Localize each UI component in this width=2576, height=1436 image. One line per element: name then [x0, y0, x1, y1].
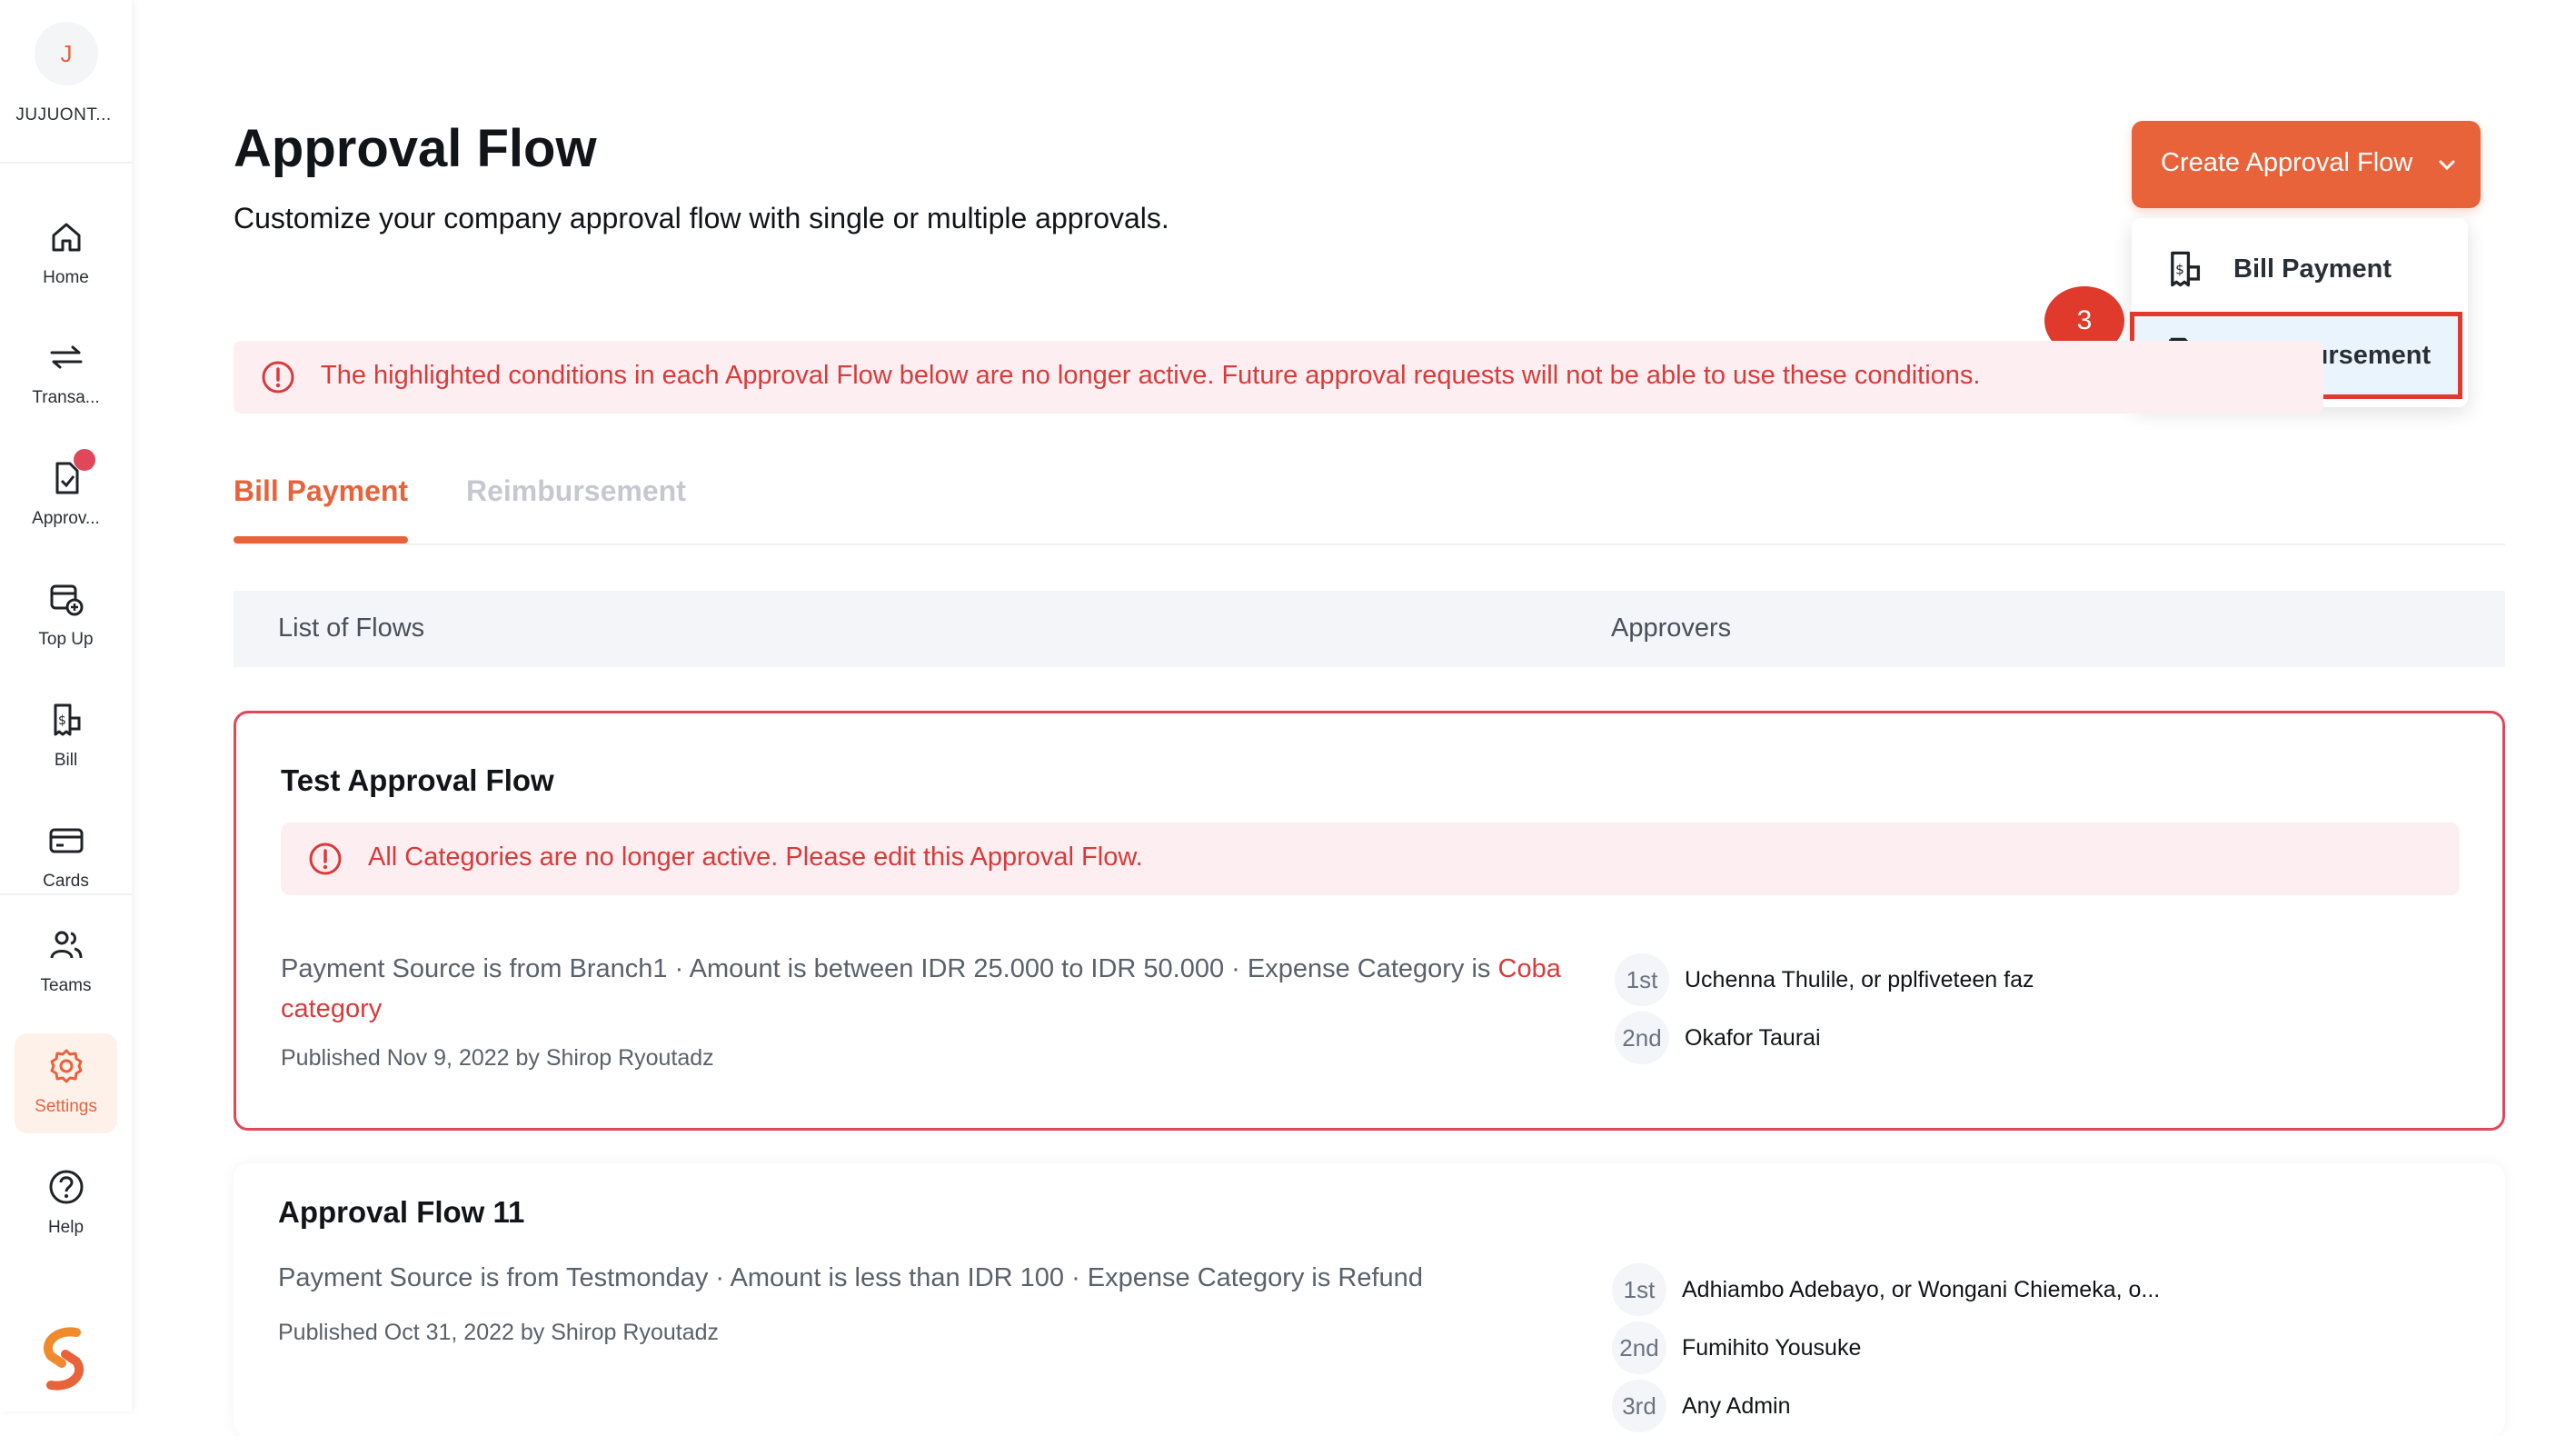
sidebar-item-settings[interactable]: Settings: [15, 1033, 117, 1133]
warning-icon: [309, 843, 342, 875]
approver-order-badge: 3rd: [1612, 1380, 1666, 1432]
dropdown-item-bill-payment[interactable]: $ Bill Payment: [2132, 225, 2468, 313]
sidebar-item-top-up[interactable]: Top Up: [15, 566, 117, 666]
approver-name: Adhiambo Adebayo, or Wongani Chiemeka, o…: [1682, 1277, 2161, 1302]
sidebar-item-label: Bill: [54, 751, 78, 770]
flow-card[interactable]: Test Approval Flow All Categories are no…: [234, 711, 2505, 1131]
home-icon: [52, 223, 81, 252]
sidebar: J JUJUONT... Home Transa... Approv... To…: [0, 0, 132, 1411]
approver-order-badge: 1st: [1612, 1263, 1666, 1316]
top-up-icon: [50, 584, 84, 616]
approver-order-badge: 2nd: [1615, 1012, 1669, 1064]
sidebar-item-home[interactable]: Home: [15, 204, 117, 304]
published-info: Published Oct 31, 2022 by Shirop Ryoutad…: [278, 1320, 720, 1345]
sidebar-item-label: Cards: [43, 872, 89, 891]
sidebar-item-label: Approv...: [32, 509, 100, 528]
notification-dot: [74, 449, 95, 471]
published-info: Published Nov 9, 2022 by Shirop Ryoutadz: [281, 1045, 714, 1071]
page-subtitle: Customize your company approval flow wit…: [234, 202, 1169, 234]
approver-name: Okafor Taurai: [1685, 1025, 1821, 1051]
sidebar-item-label: Settings: [35, 1097, 97, 1116]
sidebar-item-approvals[interactable]: Approv...: [15, 445, 117, 545]
page-title: Approval Flow: [234, 119, 597, 178]
flow-alert-text: All Categories are no longer active. Ple…: [368, 843, 1143, 872]
transfer-arrows-icon: [50, 345, 83, 369]
active-tab-indicator: [234, 536, 408, 543]
org-name: JUJUONT...: [15, 105, 112, 125]
tab-bill-payment[interactable]: Bill Payment: [234, 474, 408, 508]
tab-reimbursement[interactable]: Reimbursement: [466, 474, 686, 508]
banner-text: The highlighted conditions in each Appro…: [321, 361, 1981, 390]
create-approval-flow-button[interactable]: Create Approval Flow: [2132, 121, 2481, 208]
sidebar-item-label: Help: [47, 1218, 85, 1237]
warning-icon: [262, 361, 294, 394]
sidebar-item-label: Transa...: [32, 388, 100, 407]
sidebar-item-bill[interactable]: $ Bill: [15, 687, 117, 787]
org-avatar[interactable]: J: [35, 22, 98, 85]
help-icon: [49, 1170, 84, 1204]
sidebar-item-label: Top Up: [38, 630, 94, 649]
tabs-divider: [234, 543, 2505, 545]
flow-alert: All Categories are no longer active. Ple…: [281, 823, 2460, 895]
condition-text: Payment Source is from Branch1 · Amount …: [281, 954, 1498, 983]
bill-icon: $: [2171, 251, 2201, 287]
approver-order-badge: 1st: [1615, 953, 1669, 1006]
sidebar-item-transactions[interactable]: Transa...: [15, 324, 117, 424]
chevron-down-icon: [2439, 160, 2455, 171]
approver-name: Any Admin: [1682, 1393, 1791, 1419]
bill-icon: $: [54, 703, 81, 736]
sidebar-divider: [0, 893, 132, 895]
sidebar-divider: [0, 162, 132, 164]
approver-name: Uchenna Thulile, or pplfiveteen faz: [1685, 967, 2034, 992]
dropdown-item-label: Bill Payment: [2233, 254, 2392, 284]
flow-title: Test Approval Flow: [281, 763, 554, 797]
sidebar-item-help[interactable]: Help: [15, 1154, 117, 1254]
approver-name: Fumihito Yousuke: [1682, 1335, 1862, 1361]
flow-conditions: Payment Source is from Branch1 · Amount …: [281, 949, 1571, 1029]
card-icon: [49, 828, 84, 853]
column-header-flows: List of Flows: [278, 613, 425, 643]
teams-icon: [50, 931, 83, 959]
flow-card[interactable]: Approval Flow 11 Payment Source is from …: [234, 1163, 2505, 1436]
sidebar-item-teams[interactable]: Teams: [15, 912, 117, 1012]
sidebar-item-label: Teams: [40, 976, 92, 995]
flow-conditions: Payment Source is from Testmonday · Amou…: [278, 1263, 1423, 1292]
sidebar-item-label: Home: [43, 268, 89, 287]
flow-title: Approval Flow 11: [278, 1195, 525, 1229]
inactive-conditions-banner: The highlighted conditions in each Appro…: [234, 341, 2323, 414]
column-header-approvers: Approvers: [1611, 613, 1732, 643]
org-initial: J: [60, 40, 73, 67]
approver-order-badge: 2nd: [1612, 1321, 1666, 1374]
svg-text:$: $: [58, 713, 66, 728]
flows-table-header: List of Flows Approvers: [234, 591, 2505, 667]
company-logo-icon: [44, 1327, 84, 1391]
gear-icon: [50, 1049, 83, 1083]
create-approval-flow-label: Create Approval Flow: [2161, 148, 2413, 177]
svg-text:$: $: [2175, 262, 2184, 278]
